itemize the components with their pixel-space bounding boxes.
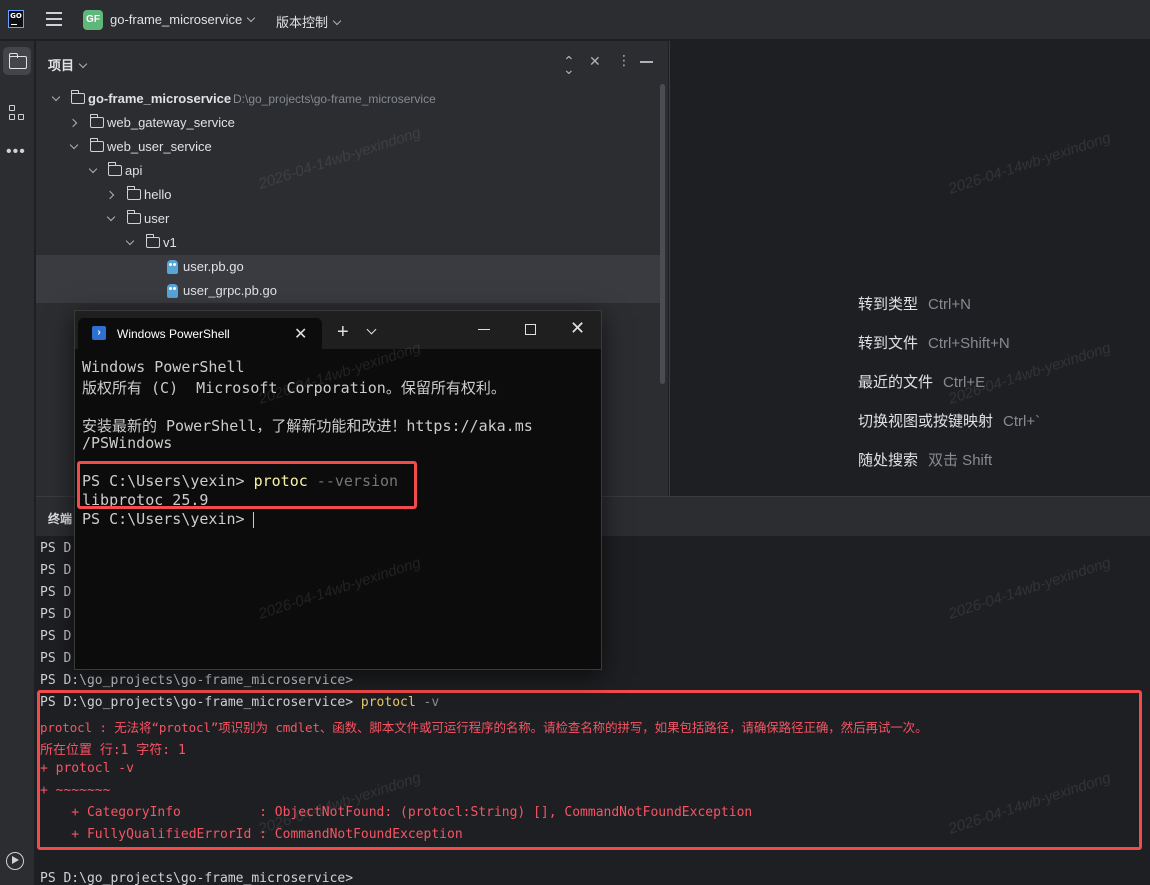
project-badge[interactable]: GF bbox=[83, 10, 103, 30]
chevron-down-icon[interactable] bbox=[125, 236, 135, 246]
tree-row-user-pb-go[interactable]: user.pb.go bbox=[36, 255, 660, 279]
terminal-line: PS D bbox=[40, 607, 72, 622]
tree-row-user[interactable]: user bbox=[36, 207, 660, 231]
hide-panel-icon[interactable] bbox=[640, 61, 653, 63]
hint-search-everywhere: 随处搜索 双击 Shift bbox=[858, 452, 993, 469]
tree-label: api bbox=[125, 163, 143, 178]
options-icon[interactable]: ⋮ bbox=[617, 52, 631, 69]
vcs-label: 版本控制 bbox=[276, 15, 329, 30]
folder-icon bbox=[71, 90, 85, 104]
text-cursor bbox=[253, 512, 254, 528]
tree-label: user bbox=[144, 211, 170, 226]
tool-window-strip bbox=[0, 41, 35, 885]
powershell-tab-label: Windows PowerShell bbox=[117, 327, 230, 341]
project-scrollbar[interactable] bbox=[660, 84, 665, 384]
terminal-line: PS D:\go_projects\go-frame_microservice> bbox=[40, 673, 354, 688]
folder-icon bbox=[90, 138, 104, 152]
tree-row-hello[interactable]: hello bbox=[36, 183, 660, 207]
tree-label: hello bbox=[144, 187, 172, 202]
hint-recent-files: 最近的文件 Ctrl+E bbox=[858, 374, 986, 391]
expand-all-icon-lower: ⌄ bbox=[563, 61, 575, 77]
folder-icon bbox=[108, 162, 122, 176]
minimize-icon[interactable] bbox=[478, 329, 490, 330]
goland-logo-icon[interactable]: GO bbox=[8, 10, 24, 28]
terminal-prompt-line: PS D:\go_projects\go-frame_microservice> bbox=[40, 871, 354, 885]
error-highlight-box bbox=[37, 690, 1142, 850]
tree-row-user-grpc-pb-go[interactable]: user_grpc.pb.go bbox=[36, 279, 660, 303]
ps-output-line: Windows PowerShell bbox=[82, 358, 245, 376]
terminal-line: PS D bbox=[40, 563, 72, 578]
tree-label: web_gateway_service bbox=[107, 115, 235, 130]
powershell-icon: › bbox=[92, 326, 106, 340]
project-name-label: go-frame_microservice bbox=[110, 12, 243, 27]
folder-icon bbox=[146, 234, 160, 248]
panel-title-label: 项目 bbox=[48, 58, 75, 73]
tree-label: web_user_service bbox=[107, 139, 212, 154]
ps-output-line: 版权所有 (C) Microsoft Corporation。保留所有权利。 bbox=[82, 379, 506, 397]
go-file-icon bbox=[167, 284, 178, 298]
ps-output-line: /PSWindows bbox=[82, 434, 173, 452]
tree-row-web-user[interactable]: web_user_service bbox=[36, 135, 660, 159]
hint-switch-view: 切换视图或按键映射 Ctrl+` bbox=[858, 413, 1041, 430]
tree-label: go-frame_microservice bbox=[88, 91, 232, 106]
terminal-tab[interactable]: 终端 bbox=[48, 510, 72, 527]
project-panel-title[interactable]: 项目 bbox=[48, 55, 88, 74]
close-window-icon[interactable]: ✕ bbox=[570, 318, 585, 339]
collapse-all-icon[interactable]: ✕ bbox=[589, 53, 601, 70]
run-icon[interactable] bbox=[6, 852, 24, 870]
folder-icon bbox=[127, 210, 141, 224]
tree-path: D:\go_projects\go-frame_microservice bbox=[233, 92, 436, 106]
chevron-down-icon[interactable] bbox=[88, 164, 98, 174]
folder-icon bbox=[127, 186, 141, 200]
chevron-down-icon[interactable] bbox=[51, 92, 61, 102]
close-tab-icon[interactable]: ✕ bbox=[294, 324, 307, 344]
tree-row-api[interactable]: api bbox=[36, 159, 660, 183]
project-folder-icon[interactable] bbox=[3, 47, 31, 75]
chevron-down-icon[interactable] bbox=[106, 212, 116, 222]
more-icon[interactable]: ••• bbox=[6, 143, 26, 161]
chevron-down-icon bbox=[78, 59, 88, 69]
ps-output-line: 安装最新的 PowerShell，了解新功能和改进！https://aka.ms bbox=[82, 417, 533, 435]
hint-goto-type: 转到类型 Ctrl+N bbox=[858, 296, 971, 313]
terminal-line: PS D bbox=[40, 541, 72, 556]
go-file-icon bbox=[167, 260, 178, 274]
project-switcher[interactable]: go-frame_microservice bbox=[110, 12, 256, 27]
main-menu-icon[interactable] bbox=[46, 12, 62, 26]
chevron-right-icon[interactable] bbox=[105, 190, 115, 200]
tree-row-root[interactable]: go-frame_microservice D:\go_projects\go-… bbox=[36, 87, 660, 111]
maximize-icon[interactable] bbox=[525, 324, 536, 335]
folder-icon bbox=[90, 114, 104, 128]
tree-label: v1 bbox=[163, 235, 177, 250]
chevron-down-icon[interactable] bbox=[69, 140, 79, 150]
chevron-down-icon bbox=[332, 16, 342, 26]
version-highlight-box bbox=[77, 461, 417, 509]
hint-goto-file: 转到文件 Ctrl+Shift+N bbox=[858, 335, 1010, 352]
tree-row-v1[interactable]: v1 bbox=[36, 231, 660, 255]
chevron-right-icon[interactable] bbox=[68, 118, 78, 128]
chevron-down-icon bbox=[246, 13, 256, 23]
structure-icon[interactable] bbox=[8, 104, 26, 122]
tree-row-web-gateway[interactable]: web_gateway_service bbox=[36, 111, 660, 135]
ps-prompt-line: PS C:\Users\yexin> bbox=[82, 510, 254, 528]
terminal-line: PS D bbox=[40, 629, 72, 644]
new-tab-icon[interactable]: + bbox=[337, 321, 349, 344]
tree-label: user.pb.go bbox=[183, 259, 244, 274]
terminal-line: PS D bbox=[40, 585, 72, 600]
vcs-menu[interactable]: 版本控制 bbox=[276, 12, 342, 31]
terminal-line: PS D bbox=[40, 651, 72, 666]
tree-label: user_grpc.pb.go bbox=[183, 283, 277, 298]
